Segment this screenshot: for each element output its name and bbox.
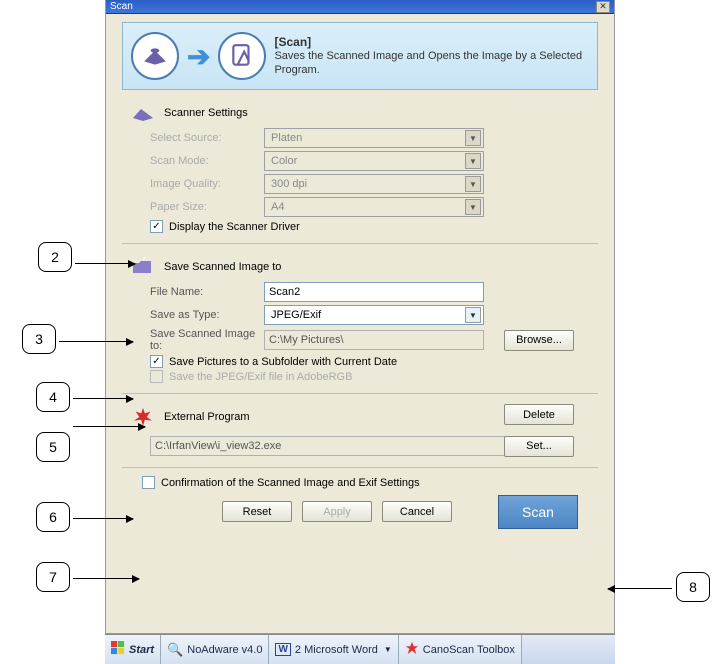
- file-name-value: Scan2: [269, 286, 300, 298]
- taskbar-label: CanoScan Toolbox: [423, 644, 515, 656]
- callout-6: 6: [36, 502, 70, 532]
- chevron-down-icon: ▼: [465, 199, 481, 215]
- taskbar: Start 🔍 NoAdware v4.0 W 2 Microsoft Word…: [105, 634, 615, 664]
- reset-button[interactable]: Reset: [222, 501, 292, 522]
- callout-7: 7: [36, 562, 70, 592]
- save-as-type-label: Save as Type:: [130, 309, 260, 321]
- chevron-down-icon: ▼: [465, 176, 481, 192]
- external-section: External Program Delete C:\IrfanView\i_v…: [122, 402, 598, 468]
- save-heading: Save Scanned Image to: [164, 261, 281, 273]
- cancel-button[interactable]: Cancel: [382, 501, 452, 522]
- scan-mode-label: Scan Mode:: [130, 155, 260, 167]
- scan-mode-value: Color: [271, 155, 297, 167]
- arrow-icon: ➔: [187, 40, 210, 73]
- chevron-down-icon[interactable]: ▼: [465, 307, 481, 323]
- window-title: Scan: [110, 1, 133, 12]
- taskbar-item-word[interactable]: W 2 Microsoft Word ▼: [269, 635, 398, 664]
- scanner-settings-icon: [130, 102, 156, 124]
- callout-3: 3: [22, 324, 56, 354]
- file-name-label: File Name:: [130, 286, 260, 298]
- confirm-checkbox[interactable]: Confirmation of the Scanned Image and Ex…: [122, 476, 598, 489]
- save-to-input[interactable]: C:\My Pictures\: [264, 330, 484, 350]
- callout-4: 4: [36, 382, 70, 412]
- external-path-input[interactable]: C:\IrfanView\i_view32.exe: [150, 436, 510, 456]
- adobergb-label: Save the JPEG/Exif file in AdobeRGB: [169, 371, 352, 383]
- scan-dialog: Scan ✕ ➔ [Scan] Saves the Scanned Image …: [105, 0, 615, 634]
- callout-8: 8: [676, 572, 710, 602]
- save-as-type-value: JPEG/Exif: [271, 309, 321, 321]
- checkbox-icon: [150, 370, 163, 383]
- scanner-settings-section: Scanner Settings Select Source: Platen ▼…: [122, 98, 598, 244]
- image-quality-value: 300 dpi: [271, 178, 307, 190]
- scan-mode-dropdown: Color ▼: [264, 151, 484, 171]
- save-to-value: C:\My Pictures\: [269, 334, 344, 346]
- paper-size-value: A4: [271, 201, 284, 213]
- chevron-down-icon: ▼: [465, 153, 481, 169]
- footer-section: Confirmation of the Scanned Image and Ex…: [122, 468, 598, 528]
- checkbox-icon: ✓: [150, 220, 163, 233]
- scanner-settings-heading: Scanner Settings: [164, 107, 248, 119]
- word-icon: W: [275, 643, 290, 656]
- set-button[interactable]: Set...: [504, 436, 574, 457]
- start-label: Start: [129, 644, 154, 656]
- banner-desc: Saves the Scanned Image and Opens the Im…: [274, 49, 589, 78]
- image-quality-dropdown: 300 dpi ▼: [264, 174, 484, 194]
- subfolder-checkbox[interactable]: ✓ Save Pictures to a Subfolder with Curr…: [130, 355, 590, 368]
- delete-button[interactable]: Delete: [504, 404, 574, 425]
- titlebar: Scan ✕: [106, 0, 614, 14]
- save-as-type-dropdown[interactable]: JPEG/Exif ▼: [264, 305, 484, 325]
- canoscan-icon: [405, 641, 419, 658]
- file-name-input[interactable]: Scan2: [264, 282, 484, 302]
- program-icon: [218, 32, 266, 80]
- scanner-icon: [131, 32, 179, 80]
- external-path-value: C:\IrfanView\i_view32.exe: [155, 440, 281, 452]
- display-driver-checkbox[interactable]: ✓ Display the Scanner Driver: [130, 220, 590, 233]
- confirm-label: Confirmation of the Scanned Image and Ex…: [161, 477, 420, 489]
- start-button[interactable]: Start: [105, 635, 161, 664]
- save-to-label: Save Scanned Image to:: [130, 328, 260, 352]
- callout-2: 2: [38, 242, 72, 272]
- checkbox-icon: ✓: [150, 355, 163, 368]
- taskbar-label: NoAdware v4.0: [187, 644, 262, 656]
- app-icon: 🔍: [167, 642, 183, 658]
- display-driver-label: Display the Scanner Driver: [169, 221, 300, 233]
- chevron-down-icon: ▼: [465, 130, 481, 146]
- paper-size-label: Paper Size:: [130, 201, 260, 213]
- taskbar-item-noadware[interactable]: 🔍 NoAdware v4.0: [161, 635, 269, 664]
- taskbar-item-canoscan[interactable]: CanoScan Toolbox: [399, 635, 522, 664]
- adobergb-checkbox: Save the JPEG/Exif file in AdobeRGB: [130, 370, 590, 383]
- taskbar-label: 2 Microsoft Word: [295, 644, 378, 656]
- external-heading: External Program: [164, 411, 250, 423]
- checkbox-icon: [142, 476, 155, 489]
- banner: ➔ [Scan] Saves the Scanned Image and Ope…: [122, 22, 598, 90]
- browse-button[interactable]: Browse...: [504, 330, 574, 351]
- select-source-label: Select Source:: [130, 132, 260, 144]
- apply-button: Apply: [302, 501, 372, 522]
- windows-icon: [111, 641, 125, 658]
- banner-title: [Scan]: [274, 35, 589, 49]
- select-source-dropdown: Platen ▼: [264, 128, 484, 148]
- select-source-value: Platen: [271, 132, 302, 144]
- paper-size-dropdown: A4 ▼: [264, 197, 484, 217]
- image-quality-label: Image Quality:: [130, 178, 260, 190]
- scan-button[interactable]: Scan: [498, 495, 578, 529]
- save-section: Save Scanned Image to File Name: Scan2 S…: [122, 252, 598, 394]
- subfolder-label: Save Pictures to a Subfolder with Curren…: [169, 356, 397, 368]
- callout-5: 5: [36, 432, 70, 462]
- chevron-down-icon: ▼: [384, 645, 392, 654]
- close-icon[interactable]: ✕: [596, 1, 610, 13]
